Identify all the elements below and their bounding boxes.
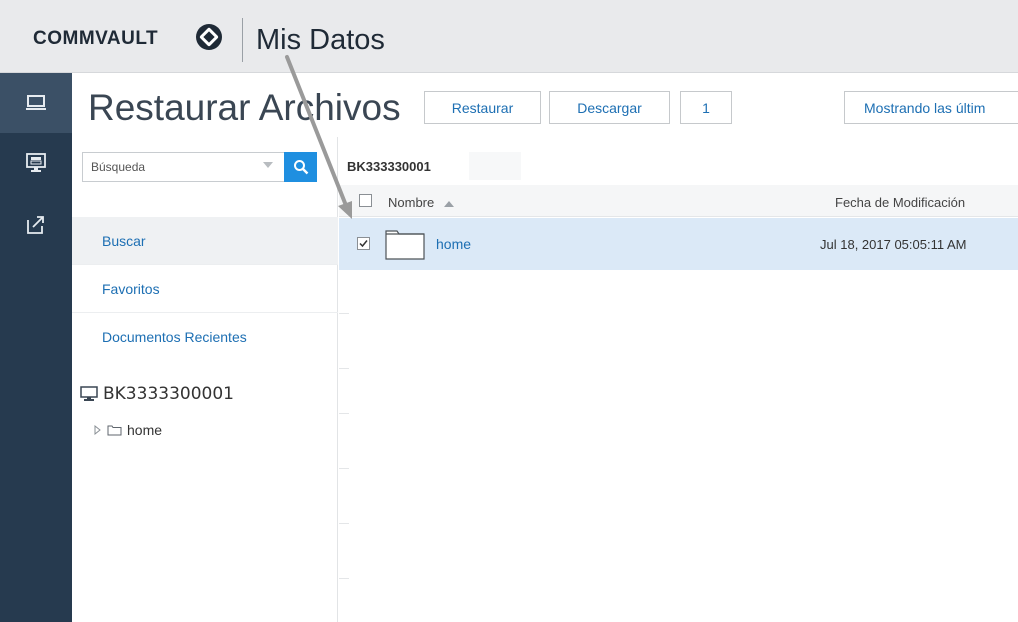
tree-node-label: BK3333300001 (103, 384, 234, 404)
brand-logo-icon (196, 24, 222, 50)
column-header-name[interactable]: Nombre (388, 195, 454, 210)
showing-versions-button[interactable]: Mostrando las últim (844, 91, 1018, 124)
sidebar-item-favoritos[interactable]: Favoritos (72, 265, 338, 313)
row-divider (339, 313, 349, 314)
search-icon (293, 160, 308, 175)
rail-item-laptops[interactable] (0, 73, 72, 133)
row-divider (339, 578, 349, 579)
sidebar-item-label: Buscar (102, 232, 146, 249)
tree-node-client[interactable]: BK3333300001 (80, 384, 234, 404)
folder-icon (107, 425, 122, 436)
row-checkbox[interactable] (357, 237, 370, 250)
header-divider (242, 18, 243, 62)
server-icon (26, 153, 46, 172)
download-button[interactable]: Descargar (549, 91, 670, 124)
restore-button[interactable]: Restaurar (424, 91, 541, 124)
breadcrumb-filler (469, 152, 521, 180)
selection-count-button[interactable]: 1 (680, 91, 732, 124)
sort-ascending-icon (443, 200, 454, 207)
sidebar-item-buscar[interactable]: Buscar (72, 217, 338, 265)
select-all-checkbox[interactable] (359, 194, 372, 207)
brand-logo: COMMVAULT (33, 28, 159, 49)
rail-item-share[interactable] (0, 195, 72, 255)
laptop-icon (26, 95, 46, 110)
tree-node-home[interactable]: home (94, 422, 162, 438)
breadcrumb[interactable]: BK333330001 (347, 159, 431, 174)
column-header-modified[interactable]: Fecha de Modificación (835, 195, 965, 210)
column-header-label: Nombre (388, 195, 435, 210)
row-divider (339, 368, 349, 369)
expand-arrow-icon[interactable] (94, 425, 102, 435)
tree-node-label: home (127, 422, 163, 438)
sidebar-item-label: Favoritos (102, 280, 160, 297)
row-divider (339, 523, 349, 524)
sidebar-item-documentos-recientes[interactable]: Documentos Recientes (72, 313, 338, 361)
sidebar-item-label: Documentos Recientes (102, 329, 247, 345)
checkmark-icon (359, 240, 368, 248)
row-divider (339, 468, 349, 469)
search-button[interactable] (284, 152, 317, 182)
row-divider (339, 413, 349, 414)
row-modified-date: Jul 18, 2017 05:05:11 AM (820, 237, 967, 252)
app-window: COMMVAULT Mis Datos Restaurar Archivos R… (0, 0, 1018, 622)
grid-header: Nombre Fecha de Modificación (339, 185, 1018, 217)
search-input[interactable] (83, 153, 273, 181)
nav-rail (0, 73, 72, 622)
sidebar: Buscar Favoritos Documentos Recientes BK… (72, 137, 338, 622)
top-header: COMMVAULT Mis Datos (0, 0, 1018, 73)
row-name-link[interactable]: home (436, 236, 471, 252)
file-browser: BK333330001 Nombre Fecha de Modificación… (339, 137, 1018, 622)
share-icon (27, 216, 44, 234)
folder-icon (385, 230, 425, 260)
search-box (82, 152, 307, 182)
table-row[interactable]: home Jul 18, 2017 05:05:11 AM (339, 218, 1018, 270)
rail-item-servers[interactable] (0, 133, 72, 193)
search-dropdown-icon[interactable] (263, 162, 273, 168)
page-title: Restaurar Archivos (88, 87, 401, 128)
app-title: Mis Datos (256, 24, 385, 56)
computer-icon (80, 386, 98, 401)
